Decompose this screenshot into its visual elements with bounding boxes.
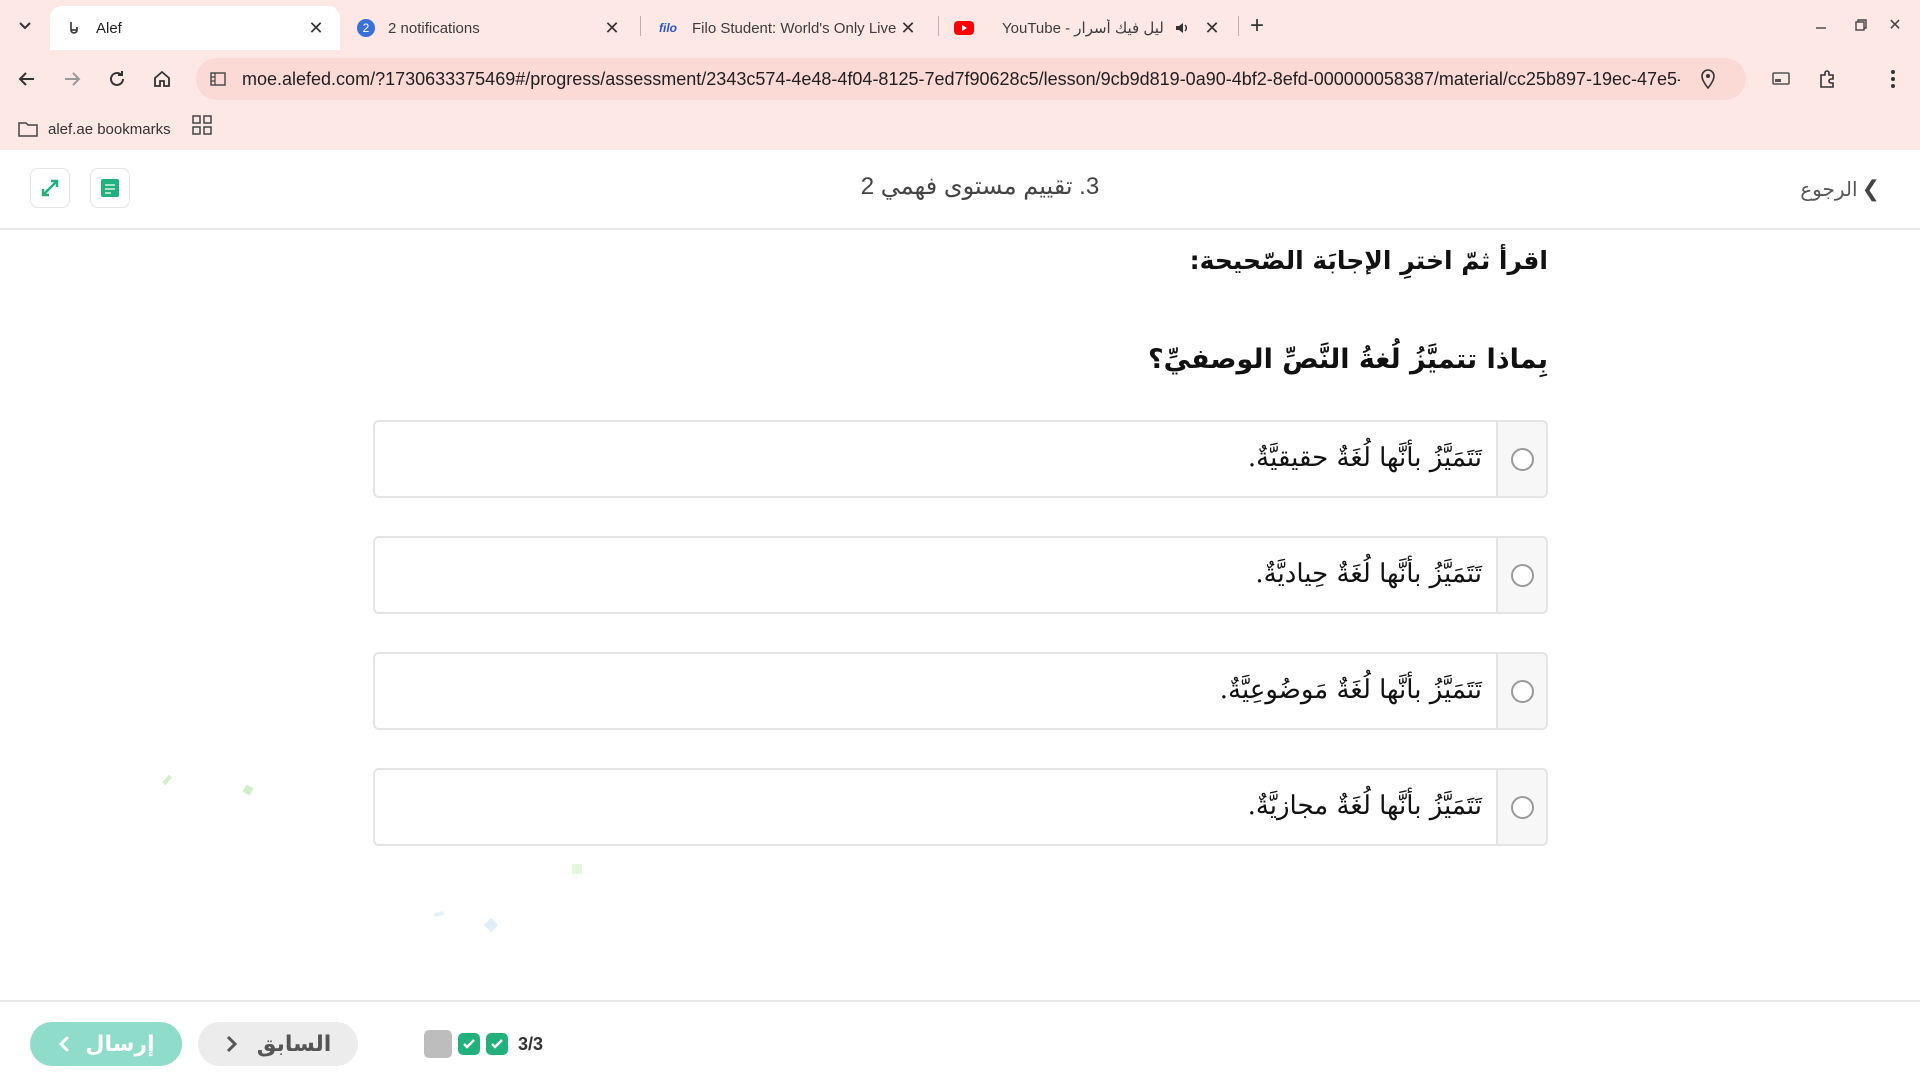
close-tab-icon[interactable]: ✕ xyxy=(306,18,326,38)
instruction-text: اقرأ ثمّ اخترِ الإجابَة الصّحيحة: xyxy=(1189,246,1548,275)
assessment-footer: إرسال السابق 3/3 xyxy=(0,1000,1920,1080)
question-text: بِماذا تتميَّزُ لُغةُ النَّصِّ الوصفيِّ؟ xyxy=(1148,344,1548,375)
glossary-button[interactable] xyxy=(90,168,130,208)
site-info-icon[interactable] xyxy=(208,69,228,89)
radio-button[interactable] xyxy=(1510,447,1534,471)
close-tab-icon[interactable]: ✕ xyxy=(602,18,622,38)
expand-icon xyxy=(41,179,59,197)
browser-toolbar: moe.alefed.com/?1730633375469#/progress/… xyxy=(0,50,1920,108)
radio-cell[interactable] xyxy=(1496,538,1546,612)
bookmark-label: alef.ae bookmarks xyxy=(48,120,171,138)
close-window-icon[interactable]: ✕ xyxy=(1880,10,1910,40)
question-area: اقرأ ثمّ اخترِ الإجابَة الصّحيحة: بِماذا… xyxy=(0,232,1920,1029)
tab-divider xyxy=(938,16,939,36)
tab-alef[interactable]: Alef ✕ xyxy=(50,6,340,50)
close-tab-icon[interactable]: ✕ xyxy=(898,18,918,38)
apps-grid-icon[interactable] xyxy=(192,115,212,135)
option-label: تَتَمَيَّزُ بأنَّها لُغَةٌ مَوضُوعِيَّةٌ… xyxy=(1219,675,1482,705)
tab-strip: Alef ✕ 2 2 notifications ✕ filo Filo Stu… xyxy=(0,0,1920,50)
answer-option[interactable]: تَتَمَيَّزُ بأنَّها لُغَةٌ مجازيَّةٌ. xyxy=(373,768,1548,846)
notification-badge-icon: 2 xyxy=(356,18,376,38)
location-pin-icon[interactable] xyxy=(1696,67,1720,91)
browser-chrome: Alef ✕ 2 2 notifications ✕ filo Filo Stu… xyxy=(0,0,1920,150)
cast-icon[interactable] xyxy=(1764,62,1798,96)
address-bar[interactable]: moe.alefed.com/?1730633375469#/progress/… xyxy=(196,58,1746,100)
tab-search-button[interactable] xyxy=(8,8,42,42)
tab-youtube[interactable]: YouTube - يا ليل فيك أسرار ✕ xyxy=(940,6,1236,50)
radio-button[interactable] xyxy=(1510,795,1534,819)
chevron-left-icon xyxy=(59,1035,70,1053)
confetti-piece xyxy=(433,910,445,918)
url-text[interactable]: moe.alefed.com/?1730633375469#/progress/… xyxy=(242,69,1680,90)
dictionary-icon xyxy=(101,179,119,197)
answer-option[interactable]: تَتَمَيَّزُ بأنَّها لُغَةٌ مَوضُوعِيَّةٌ… xyxy=(373,652,1548,730)
tab-title: Filo Student: World's Only Live I xyxy=(692,19,898,37)
check-icon xyxy=(491,1039,503,1049)
progress-count: 3/3 xyxy=(518,1033,544,1054)
alef-icon xyxy=(64,18,84,38)
extensions-icon[interactable] xyxy=(1810,62,1844,96)
check-icon xyxy=(463,1039,475,1049)
option-label: تَتَمَيَّزُ بأنَّها لُغَةٌ حقيقيَّةٌ. xyxy=(1247,443,1482,473)
back-label: الرجوع xyxy=(1800,178,1858,201)
home-icon[interactable] xyxy=(145,62,179,96)
speaker-icon[interactable] xyxy=(1172,18,1192,38)
minimize-icon[interactable] xyxy=(1806,10,1836,40)
bookmark-folder[interactable]: alef.ae bookmarks xyxy=(18,116,171,142)
back-link[interactable]: ❯ الرجوع xyxy=(1800,176,1880,202)
close-tab-icon[interactable]: ✕ xyxy=(1202,18,1222,38)
confetti-piece xyxy=(162,774,172,786)
folder-icon xyxy=(18,120,40,138)
menu-dots-icon[interactable] xyxy=(1876,62,1910,96)
back-arrow-icon[interactable] xyxy=(10,62,44,96)
option-label: تَتَمَيَّزُ بأنَّها لُغَةٌ مجازيَّةٌ. xyxy=(1247,791,1482,821)
tab-filo[interactable]: filo Filo Student: World's Only Live I ✕ xyxy=(642,6,932,50)
fullscreen-button[interactable] xyxy=(30,168,70,208)
chevron-down-icon xyxy=(19,22,31,30)
tab-divider xyxy=(1238,16,1239,36)
radio-button[interactable] xyxy=(1510,679,1534,703)
progress-box-unanswered[interactable] xyxy=(424,1030,452,1058)
new-tab-button[interactable]: + xyxy=(1243,12,1271,40)
radio-cell[interactable] xyxy=(1496,422,1546,496)
answer-option[interactable]: تَتَمَيَّزُ بأنَّها لُغَةٌ حقيقيَّةٌ. xyxy=(373,420,1548,498)
radio-button[interactable] xyxy=(1510,563,1534,587)
submit-button[interactable]: إرسال xyxy=(30,1022,182,1066)
tab-title: YouTube - يا ليل فيك أسرار xyxy=(1002,20,1166,37)
reload-icon[interactable] xyxy=(100,62,134,96)
confetti-piece xyxy=(242,784,254,796)
previous-label: السابق xyxy=(256,1031,332,1056)
progress-box-answered[interactable] xyxy=(458,1033,480,1055)
bookmarks-bar: alef.ae bookmarks xyxy=(0,108,1920,150)
submit-label: إرسال xyxy=(85,1031,155,1056)
chevron-right-icon xyxy=(226,1035,237,1053)
progress-box-answered[interactable] xyxy=(486,1033,508,1055)
chevron-right-icon: ❯ xyxy=(1861,176,1880,201)
confetti-piece xyxy=(483,917,499,933)
tab-title: Alef xyxy=(96,19,122,37)
radio-cell[interactable] xyxy=(1496,654,1546,728)
previous-button[interactable]: السابق xyxy=(198,1022,358,1066)
filo-logo-icon: filo xyxy=(659,21,677,35)
question-progress: 3/3 xyxy=(424,1030,543,1058)
page-title: 3. تقييم مستوى فهمي 2 xyxy=(860,173,1100,200)
tab-notifications[interactable]: 2 2 notifications ✕ xyxy=(342,6,636,50)
lesson-header: 3. تقييم مستوى فهمي 2 ❯ الرجوع xyxy=(0,150,1920,230)
restore-icon[interactable] xyxy=(1846,10,1876,40)
tab-divider xyxy=(640,16,641,36)
radio-cell[interactable] xyxy=(1496,770,1546,844)
forward-arrow-icon[interactable] xyxy=(55,62,89,96)
tab-title: 2 notifications xyxy=(388,19,480,37)
option-label: تَتَمَيَّزُ بأنَّها لُغَةٌ حِياديَّةٌ. xyxy=(1255,559,1482,589)
answer-option[interactable]: تَتَمَيَّزُ بأنَّها لُغَةٌ حِياديَّةٌ. xyxy=(373,536,1548,614)
youtube-logo-icon xyxy=(954,18,974,38)
confetti-piece xyxy=(572,864,582,874)
